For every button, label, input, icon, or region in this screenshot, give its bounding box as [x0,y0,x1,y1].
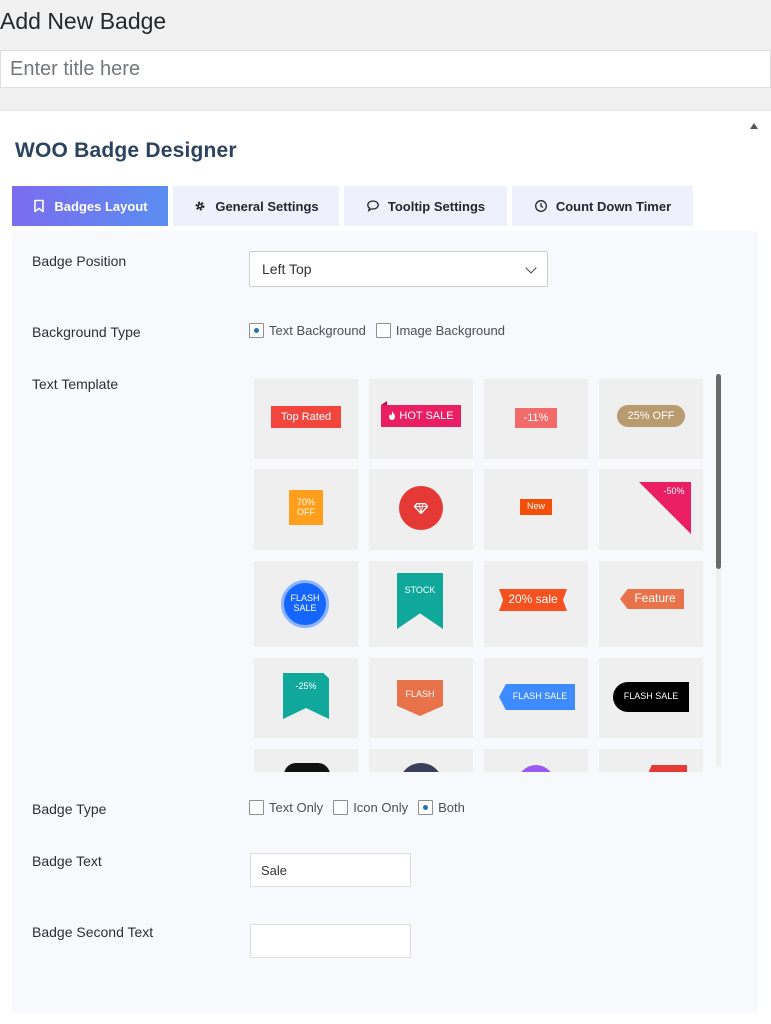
badge-position-value: Left Top [262,261,312,277]
badge-new: New [520,499,552,515]
plugin-title: WOO Badge Designer [15,139,237,162]
radio-box [375,323,391,338]
flame-icon [389,411,396,420]
badge-position-label: Badge Position [32,253,127,269]
template-cell-11[interactable]: 20% sale [484,561,588,647]
icon-only-radio[interactable]: Icon Only [333,800,408,815]
badge-minus-11: -11% [515,408,557,428]
option-label: Icon Only [353,800,409,815]
option-label: Text Background [269,323,366,338]
template-cell-13[interactable]: -25% [254,658,358,738]
badge-text-label: Badge Text [32,853,102,869]
badge-20-sale: 20% sale [499,589,567,611]
template-cell-15[interactable]: FLASH SALE [484,658,588,738]
badge-flash-sale-black: FLASH SALE [613,682,689,712]
badge-flash-sale-circle: FLASH SALE [281,580,329,628]
badge-flash-shield: FLASH [397,680,443,716]
badge-position-select[interactable]: Left Top [249,251,548,287]
badge-stock-ribbon [397,573,443,629]
tab-label: General Settings [215,198,319,214]
badge-text: HOT SALE [399,409,454,422]
template-cell-7[interactable]: New [484,469,588,550]
diamond-icon [414,502,428,514]
template-cell-1[interactable]: Top Rated [254,379,358,459]
radio-box [249,323,264,338]
tab-badges-layout[interactable]: Badges Layout [12,186,168,226]
tab-label: Count Down Timer [555,198,672,214]
badge-text-input[interactable] [250,853,411,887]
badge-second-text-label: Badge Second Text [32,924,154,940]
page-title: Add New Badge [0,8,167,34]
badge-70-off: 70% OFF [289,490,323,525]
text-template-grid: Top Rated HOT SALE -11% 25% OFF 70% OFF … [254,379,724,772]
radio-box [418,800,434,815]
radio-box [249,800,264,815]
badge-hot-sale: HOT SALE [381,405,461,427]
text-only-radio[interactable]: Text Only [249,800,323,815]
template-scrollbar-thumb[interactable] [716,374,721,569]
badge-25-off: 25% OFF [617,405,685,427]
badge-feature: Feature [620,589,684,609]
template-cell-18[interactable] [369,749,473,772]
template-cell-14[interactable]: FLASH [369,658,473,738]
speech-bubble-icon [366,199,380,213]
template-cell-3[interactable]: -11% [484,379,588,459]
tab-label: Badges Layout [54,198,148,214]
template-cell-6[interactable] [369,469,473,550]
chevron-down-icon [525,262,537,274]
template-cell-19[interactable] [484,749,588,772]
background-type-options: Text Background Image Background [249,323,515,338]
badge-navy-circle [399,763,443,772]
template-cell-16[interactable]: FLASH SALE [599,658,703,738]
tab-label: Tooltip Settings [387,198,486,214]
template-cell-8[interactable]: -50% [599,469,703,550]
badge-second-text-input[interactable] [250,924,411,958]
image-background-radio[interactable]: Image Background [375,323,505,338]
badge-designer-metabox: WOO Badge Designer Badges Layout General… [0,110,771,1024]
option-label: Image Background [395,323,505,338]
text-template-label: Text Template [32,376,119,392]
template-cell-20[interactable] [599,749,703,772]
badge-notch [381,401,387,405]
gear-icon [193,199,207,213]
collapse-arrow-icon[interactable] [750,123,758,129]
radio-box [333,800,349,815]
template-cell-2[interactable]: HOT SALE [369,379,473,459]
text-background-radio[interactable]: Text Background [249,323,366,338]
badge-diamond [399,486,443,530]
badge-purple-circle [517,765,555,772]
tab-tooltip-settings[interactable]: Tooltip Settings [344,186,507,226]
badge-type-label: Badge Type [32,801,107,817]
template-cell-4[interactable]: 25% OFF [599,379,703,459]
clock-icon [534,199,548,213]
template-cell-10[interactable]: STOCK [369,561,473,647]
badge-black-pill [284,763,330,772]
badge-stock-text: STOCK [404,585,436,596]
template-cell-17[interactable] [254,749,358,772]
title-input[interactable] [0,50,771,88]
option-label: Both [438,800,465,815]
option-label: Text Only [269,800,324,815]
template-cell-9[interactable]: FLASH SALE [254,561,358,647]
background-type-label: Background Type [32,324,141,340]
badge-minus-50: -50% [663,486,685,497]
bookmark-icon [32,199,46,213]
tab-count-down-timer[interactable]: Count Down Timer [512,186,693,226]
template-cell-12[interactable]: Feature [599,561,703,647]
badge-flash-sale-blue: FLASH SALE [499,684,575,710]
badge-red-tag [643,765,687,772]
tab-general-settings[interactable]: General Settings [173,186,339,226]
template-cell-5[interactable]: 70% OFF [254,469,358,550]
both-radio[interactable]: Both [418,800,465,815]
badge-minus-25: -25% [295,681,317,692]
badge-top-rated: Top Rated [271,406,341,428]
badge-type-options: Text Only Icon Only Both [249,800,475,815]
